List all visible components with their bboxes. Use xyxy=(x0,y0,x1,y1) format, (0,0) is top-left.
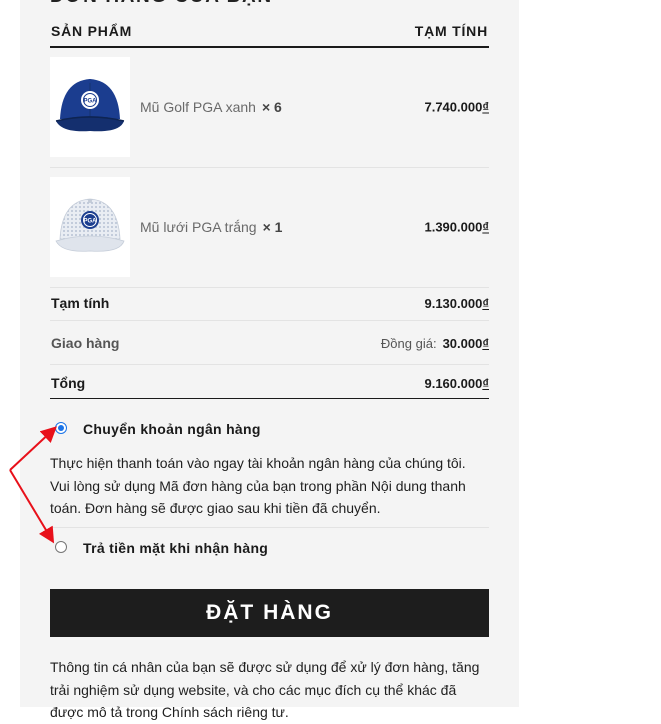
privacy-notice: Thông tin cá nhân của bạn sẽ được sử dụn… xyxy=(50,659,480,720)
arrow-to-bank-transfer xyxy=(9,426,57,471)
place-order-button[interactable]: ĐẶT HÀNG xyxy=(50,589,489,637)
arrow-to-cash-on-delivery xyxy=(9,469,55,544)
